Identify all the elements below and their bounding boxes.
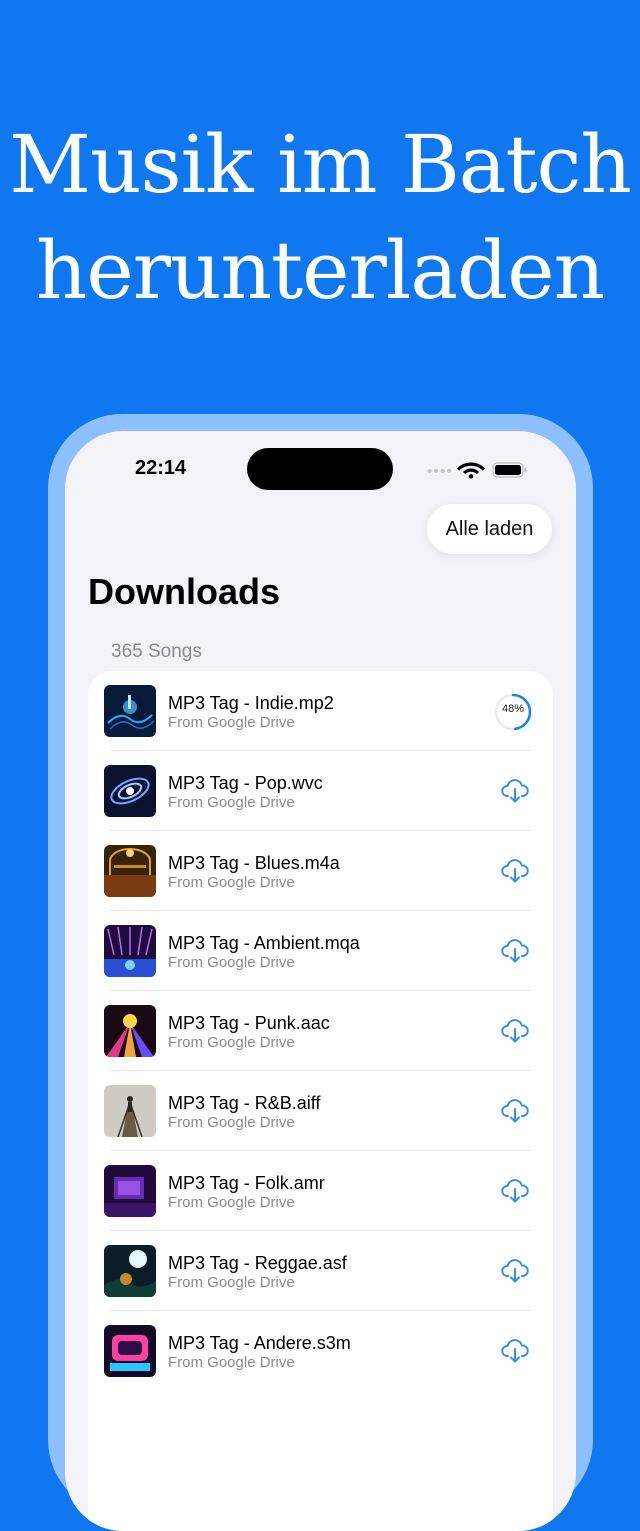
load-all-button[interactable]: Alle laden: [427, 504, 552, 554]
cloud-download-icon[interactable]: [500, 1097, 530, 1125]
cloud-download-icon[interactable]: [500, 1017, 530, 1045]
song-list: MP3 Tag - Indie.mp2 From Google Drive 48…: [88, 671, 553, 1531]
album-art: [104, 685, 156, 737]
song-row[interactable]: MP3 Tag - Pop.wvc From Google Drive: [88, 751, 553, 831]
song-source: From Google Drive: [168, 794, 295, 811]
promo-headline: Musik im Batch herunterladen: [0, 112, 640, 324]
cloud-download-icon[interactable]: [500, 777, 530, 805]
song-source: From Google Drive: [168, 1034, 295, 1051]
song-row[interactable]: MP3 Tag - Blues.m4a From Google Drive: [88, 831, 553, 911]
song-source: From Google Drive: [168, 714, 295, 731]
song-source: From Google Drive: [168, 954, 295, 971]
battery-icon: [492, 462, 527, 478]
song-title: MP3 Tag - Punk.aac: [168, 1013, 330, 1033]
song-source: From Google Drive: [168, 1274, 295, 1291]
song-source: From Google Drive: [168, 1194, 295, 1211]
cloud-download-icon[interactable]: [500, 937, 530, 965]
phone-screen: 22:14 Alle laden Downloads 365 Songs MP3…: [65, 431, 576, 1531]
song-count-label: 365 Songs: [111, 641, 202, 662]
song-source: From Google Drive: [168, 1354, 295, 1371]
song-row[interactable]: MP3 Tag - Folk.amr From Google Drive: [88, 1151, 553, 1231]
dynamic-island: [247, 448, 393, 490]
song-row[interactable]: MP3 Tag - Ambient.mqa From Google Drive: [88, 911, 553, 991]
album-art: [104, 1325, 156, 1377]
song-title: MP3 Tag - Folk.amr: [168, 1173, 325, 1193]
song-row[interactable]: MP3 Tag - Indie.mp2 From Google Drive 48…: [88, 671, 553, 751]
headline-line-1: Musik im Batch: [9, 118, 632, 211]
headline-line-2: herunterladen: [35, 224, 605, 317]
cloud-download-icon[interactable]: [500, 857, 530, 885]
song-title: MP3 Tag - Andere.s3m: [168, 1333, 351, 1353]
download-progress-label: 48%: [501, 703, 525, 715]
song-row[interactable]: MP3 Tag - Andere.s3m From Google Drive: [88, 1311, 553, 1391]
album-art: [104, 1085, 156, 1137]
cloud-download-icon[interactable]: [500, 1337, 530, 1365]
song-title: MP3 Tag - R&B.aiff: [168, 1093, 321, 1113]
album-art: [104, 1165, 156, 1217]
cellular-signal-icon: [427, 469, 451, 473]
song-title: MP3 Tag - Blues.m4a: [168, 853, 340, 873]
song-row[interactable]: MP3 Tag - Reggae.asf From Google Drive: [88, 1231, 553, 1311]
album-art: [104, 1245, 156, 1297]
album-art: [104, 765, 156, 817]
song-source: From Google Drive: [168, 1114, 295, 1131]
cloud-download-icon[interactable]: [500, 1177, 530, 1205]
song-row[interactable]: MP3 Tag - Punk.aac From Google Drive: [88, 991, 553, 1071]
wifi-icon: [457, 462, 485, 479]
album-art: [104, 845, 156, 897]
status-icons: [427, 462, 527, 479]
status-time: 22:14: [135, 457, 187, 479]
song-title: MP3 Tag - Reggae.asf: [168, 1253, 347, 1273]
album-art: [104, 1005, 156, 1057]
song-source: From Google Drive: [168, 874, 295, 891]
song-title: MP3 Tag - Ambient.mqa: [168, 933, 360, 953]
album-art: [104, 925, 156, 977]
song-title: MP3 Tag - Indie.mp2: [168, 693, 334, 713]
cloud-download-icon[interactable]: [500, 1257, 530, 1285]
song-title: MP3 Tag - Pop.wvc: [168, 773, 323, 793]
page-title: Downloads: [88, 571, 281, 612]
song-row[interactable]: MP3 Tag - R&B.aiff From Google Drive: [88, 1071, 553, 1151]
